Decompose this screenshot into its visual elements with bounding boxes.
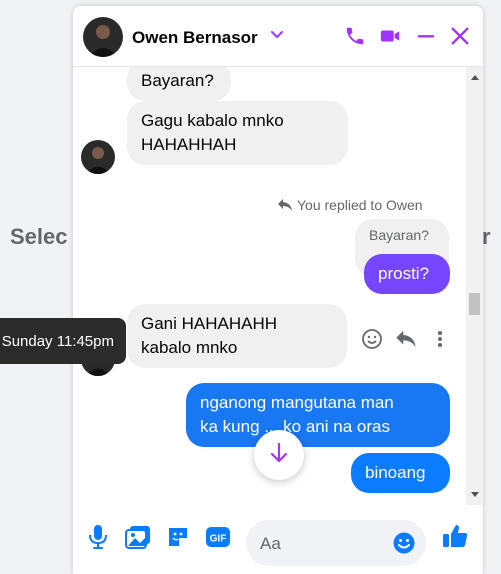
reply-icon <box>277 198 293 215</box>
scroll-up-arrow[interactable] <box>471 75 479 80</box>
close-icon[interactable] <box>448 24 472 48</box>
message-text: Gagu kabalo mnko <box>141 111 284 130</box>
message-input[interactable] <box>258 520 382 568</box>
emoji-icon[interactable] <box>360 327 384 351</box>
chevron-down-icon[interactable] <box>270 28 284 42</box>
chat-window: Owen Bernasor Bayaran? Gagu kabalo mnko … <box>73 6 483 574</box>
minimize-icon[interactable] <box>414 24 438 48</box>
avatar[interactable] <box>81 140 115 174</box>
message-bubble-outgoing[interactable]: nganong mangutana man ka kung ... ko ani… <box>186 383 450 447</box>
message-actions <box>360 327 452 351</box>
message-text: nganong mangutana man <box>200 393 394 412</box>
reply-note-text: You replied to Owen <box>297 197 423 213</box>
message-text: Gani HAHAHAHH <box>141 314 278 333</box>
chat-header: Owen Bernasor <box>73 6 483 67</box>
message-text: prosti? <box>378 264 430 283</box>
quoted-text: Bayaran? <box>369 227 429 243</box>
background-title-right: r <box>482 224 491 249</box>
scroll-to-bottom-button[interactable] <box>254 430 304 480</box>
message-bubble-outgoing[interactable]: binoang <box>351 453 450 493</box>
scrollbar[interactable] <box>466 67 483 505</box>
avatar[interactable] <box>83 17 123 57</box>
message-bubble-incoming[interactable]: Bayaran? <box>127 67 231 101</box>
message-text: binoang <box>365 463 426 482</box>
more-icon[interactable] <box>428 327 452 351</box>
microphone-icon[interactable] <box>85 524 111 550</box>
contact-name[interactable]: Owen Bernasor <box>132 28 258 48</box>
arrow-down-icon <box>269 442 289 469</box>
message-text: ka kung ... ko ani na oras <box>200 417 390 436</box>
message-bubble-incoming[interactable]: Gani HAHAHAHH kabalo mnko <box>127 304 347 368</box>
composer: GIF <box>73 512 483 574</box>
message-text: Bayaran? <box>141 71 214 90</box>
emoji-icon[interactable] <box>392 531 416 555</box>
phone-icon[interactable] <box>343 24 367 48</box>
svg-text:GIF: GIF <box>210 534 227 545</box>
background-title: Selec <box>10 224 68 249</box>
sticker-icon[interactable] <box>165 524 191 550</box>
message-text: kabalo mnko <box>141 338 238 357</box>
reply-icon[interactable] <box>394 327 418 351</box>
gif-icon[interactable]: GIF <box>205 524 231 550</box>
timestamp-text: Sunday 11:45pm <box>1 332 114 350</box>
scrollbar-thumb[interactable] <box>469 293 480 315</box>
photo-icon[interactable] <box>125 524 151 550</box>
timestamp-tooltip: Sunday 11:45pm <box>0 318 126 364</box>
message-bubble-incoming[interactable]: Gagu kabalo mnko HAHAHHAH <box>127 101 348 165</box>
reply-indicator: You replied to Owen <box>277 197 423 215</box>
message-bubble-outgoing[interactable]: prosti? <box>364 254 450 294</box>
message-text: HAHAHHAH <box>141 135 237 154</box>
scroll-down-arrow[interactable] <box>471 492 479 497</box>
thumbs-up-icon[interactable] <box>441 522 469 550</box>
message-input-wrapper <box>246 520 426 568</box>
video-icon[interactable] <box>378 24 402 48</box>
